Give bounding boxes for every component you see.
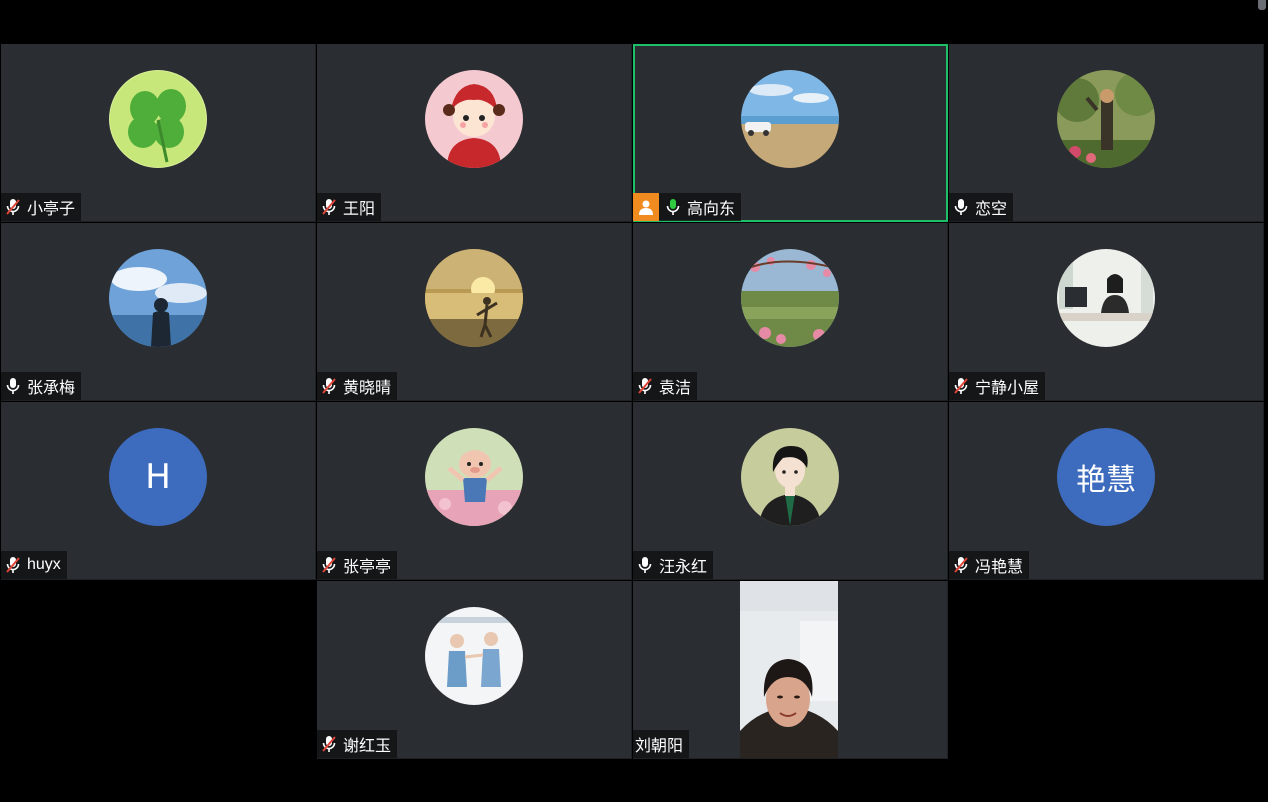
- mic-muted-icon: [321, 735, 337, 753]
- beach-avatar-icon: [741, 70, 839, 168]
- mic-on-icon: [637, 556, 653, 574]
- cartoon-woman-avatar-icon: [741, 428, 839, 526]
- blossom-field-avatar-icon: [741, 249, 839, 347]
- mic-muted-icon: [321, 198, 337, 216]
- initials-avatar: H: [109, 428, 207, 526]
- participant-name: 袁洁: [659, 380, 692, 397]
- participant-name: 汪永红: [659, 559, 708, 576]
- participant-nametag: 袁洁: [633, 372, 698, 400]
- participant-tile-active-speaker[interactable]: 高向东: [633, 44, 948, 222]
- participant-name: 王阳: [343, 201, 376, 218]
- participant-name: 黄晓晴: [343, 380, 392, 397]
- participant-nametag: 小亭子: [1, 193, 82, 221]
- participant-nametag: 汪永红: [633, 551, 714, 579]
- participant-name: huyx: [27, 556, 61, 573]
- mic-on-icon: [5, 377, 21, 395]
- sky-silhouette-avatar-icon: [109, 249, 207, 347]
- participant-name: 张承梅: [27, 380, 76, 397]
- participant-nametag: 宁静小屋: [949, 372, 1046, 400]
- host-badge-icon: [633, 193, 659, 221]
- participant-nametag: 恋空: [949, 193, 1014, 221]
- participant-name: 冯艳慧: [975, 559, 1024, 576]
- participant-grid: 小亭子 王阳 高向东 恋空 张承梅 黄晓晴 袁洁 宁静小屋 H huyx 张亭亭…: [1, 44, 1265, 759]
- scrollbar-thumb[interactable]: [1258, 0, 1266, 10]
- initials-avatar: 艳慧: [1057, 428, 1155, 526]
- garden-avatar-icon: [1057, 70, 1155, 168]
- mic-muted-icon: [5, 556, 21, 574]
- sunset-beach-avatar-icon: [425, 249, 523, 347]
- participant-tile[interactable]: 王阳: [317, 44, 632, 222]
- mic-muted-icon: [5, 198, 21, 216]
- participant-tile[interactable]: 汪永红: [633, 402, 948, 580]
- participant-tile[interactable]: 恋空: [949, 44, 1264, 222]
- mic-speaking-icon: [665, 198, 681, 216]
- participant-tile-video[interactable]: 刘朝阳: [633, 581, 948, 759]
- participant-nametag: 高向东: [633, 193, 742, 221]
- participant-nametag: 谢红玉: [317, 730, 398, 758]
- cartoon-pig-avatar-icon: [425, 428, 523, 526]
- participant-tile[interactable]: 小亭子: [1, 44, 316, 222]
- mic-muted-icon: [953, 377, 969, 395]
- live-video-feed-icon: [740, 581, 838, 758]
- couple-photo-avatar-icon: [425, 607, 523, 705]
- participant-nametag: huyx: [1, 551, 67, 579]
- mic-muted-icon: [953, 556, 969, 574]
- participant-nametag: 黄晓晴: [317, 372, 398, 400]
- participant-name: 恋空: [975, 201, 1008, 218]
- participant-nametag: 张亭亭: [317, 551, 398, 579]
- cartoon-girl-avatar-icon: [425, 70, 523, 168]
- participant-tile[interactable]: 袁洁: [633, 223, 948, 401]
- participant-tile[interactable]: 张亭亭: [317, 402, 632, 580]
- participant-tile[interactable]: 谢红玉: [317, 581, 632, 759]
- participant-name: 高向东: [687, 201, 736, 218]
- participant-name: 张亭亭: [343, 559, 392, 576]
- participant-tile[interactable]: 艳慧 冯艳慧: [949, 402, 1264, 580]
- mic-muted-icon: [637, 377, 653, 395]
- participant-nametag: 张承梅: [1, 372, 82, 400]
- participant-nametag: 王阳: [317, 193, 382, 221]
- participant-tile[interactable]: H huyx: [1, 402, 316, 580]
- office-woman-avatar-icon: [1057, 249, 1155, 347]
- mic-muted-icon: [321, 556, 337, 574]
- participant-name: 谢红玉: [343, 738, 392, 755]
- participant-name: 刘朝阳: [635, 738, 684, 755]
- participant-tile[interactable]: 张承梅: [1, 223, 316, 401]
- mic-muted-icon: [321, 377, 337, 395]
- participant-tile[interactable]: 宁静小屋: [949, 223, 1264, 401]
- participant-tile[interactable]: 黄晓晴: [317, 223, 632, 401]
- participant-nametag: 刘朝阳: [633, 730, 690, 758]
- participant-name: 宁静小屋: [975, 380, 1040, 397]
- top-bar: [0, 0, 1268, 44]
- clover-avatar-icon: [109, 70, 207, 168]
- participant-name: 小亭子: [27, 201, 76, 218]
- mic-on-icon: [953, 198, 969, 216]
- participant-nametag: 冯艳慧: [949, 551, 1030, 579]
